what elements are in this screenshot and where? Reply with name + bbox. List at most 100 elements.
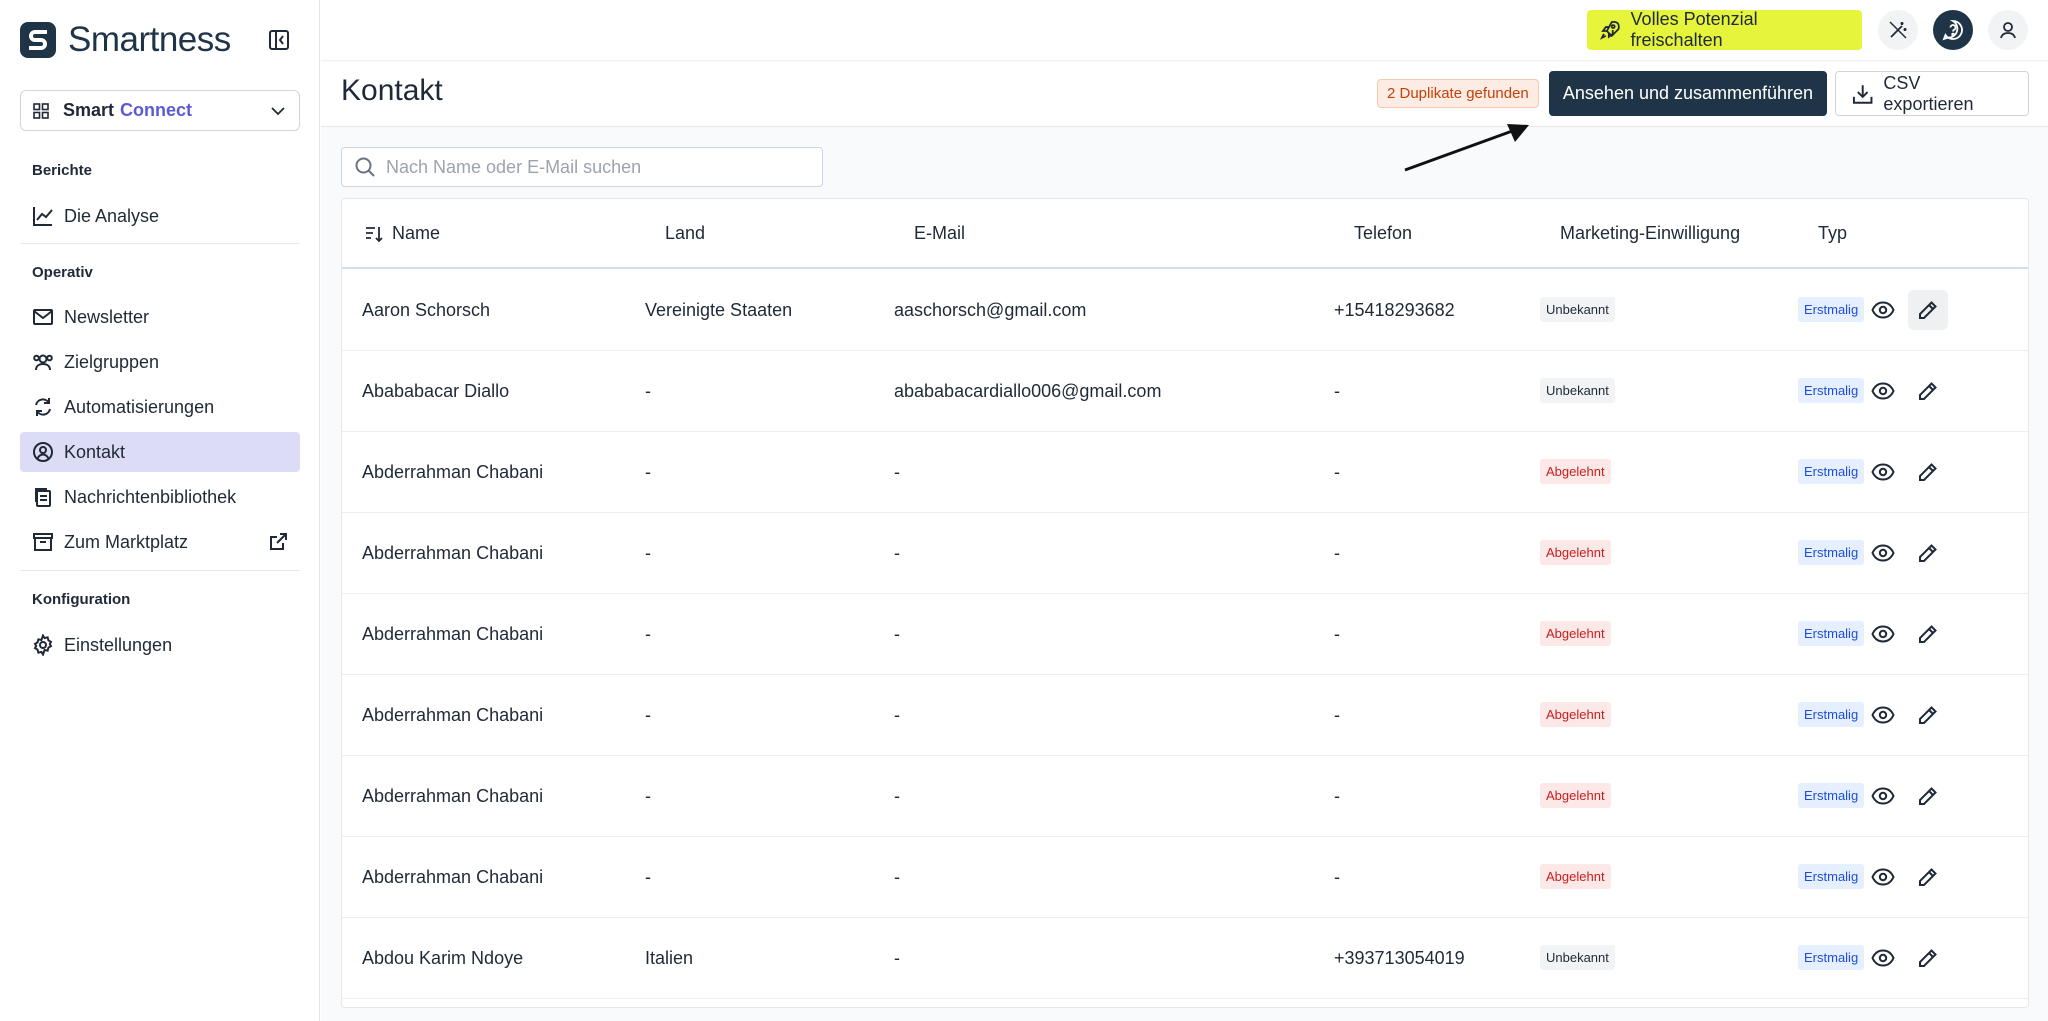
cell-phone: +15418293682 [1334, 300, 1455, 320]
consent-badge: Abgelehnt [1540, 621, 1611, 646]
sidebar-item-automatisierungen[interactable]: Automatisierungen [20, 387, 300, 427]
duplicates-badge[interactable]: 2 Duplikate gefunden [1377, 79, 1539, 108]
chevron-down-icon [271, 106, 285, 115]
download-icon [1852, 84, 1873, 104]
profile-button[interactable] [1988, 10, 2028, 50]
view-button[interactable] [1863, 695, 1903, 735]
section-label-berichte: Berichte [32, 162, 93, 179]
pencil-icon [1917, 785, 1939, 807]
sidebar-item-marktplatz[interactable]: Zum Marktplatz [20, 522, 300, 562]
type-badge: Erstmalig [1798, 540, 1865, 565]
search-input[interactable] [386, 156, 806, 178]
eye-icon [1871, 622, 1895, 646]
sidebar-item-zielgruppen[interactable]: Zielgruppen [20, 342, 300, 382]
table-row[interactable]: Abdou Karim Ndoye Italien - +393713054019 Un… [342, 918, 2028, 999]
sidebar-item-kontakt[interactable]: Kontakt [20, 432, 300, 472]
column-header-name[interactable]: Name [364, 223, 440, 244]
edit-button[interactable] [1908, 371, 1948, 411]
annotation-arrow [1404, 124, 1529, 172]
cell-name: Aaron Schorsch [362, 300, 491, 320]
edit-button[interactable] [1908, 695, 1948, 735]
consent-badge: Abgelehnt [1540, 864, 1611, 889]
sidebar-item-label: Einstellungen [64, 634, 173, 655]
edit-button[interactable] [1908, 614, 1948, 654]
magic-wand-button[interactable] [1878, 10, 1918, 50]
search-box[interactable] [341, 147, 823, 187]
workspace-name: Smart [63, 100, 115, 120]
view-button[interactable] [1863, 857, 1903, 897]
view-button[interactable] [1863, 452, 1903, 492]
consent-badge: Unbekannt [1540, 945, 1615, 970]
user-icon [2000, 22, 2016, 39]
eye-icon [1871, 784, 1895, 808]
cell-country: - [645, 786, 651, 806]
cell-phone: - [1334, 462, 1340, 482]
cell-email: - [894, 948, 900, 968]
brand[interactable]: Smartness [20, 20, 231, 60]
pencil-icon [1917, 299, 1939, 321]
edit-button[interactable] [1908, 938, 1948, 978]
edit-button[interactable] [1908, 452, 1948, 492]
workspace-selector[interactable]: Smart Connect [20, 90, 300, 131]
cell-name: Abderrahman Chabani [362, 624, 544, 644]
cell-name: Abderrahman Chabani [362, 543, 544, 563]
cell-phone: - [1334, 867, 1340, 887]
cell-country: - [645, 543, 651, 563]
edit-button[interactable] [1908, 533, 1948, 573]
collapse-sidebar-icon[interactable] [266, 27, 292, 53]
consent-badge: Abgelehnt [1540, 783, 1611, 808]
sidebar-item-label: Zielgruppen [64, 351, 160, 372]
csv-export-button[interactable]: CSV exportieren [1835, 71, 2029, 116]
table-row[interactable]: Abababacar Diallo - abababacardiallo006@gm… [342, 351, 2028, 432]
table-row[interactable]: Aaron Schorsch Vereinigte Staaten aaschors… [342, 270, 2028, 351]
edit-button[interactable] [1908, 857, 1948, 897]
external-link-icon [270, 533, 287, 550]
table-header: Name Land E-Mail Telefon Marketing-Einwi… [342, 199, 2028, 269]
cell-name: Abderrahman Chabani [362, 705, 544, 725]
magic-wand-icon [1889, 21, 1907, 39]
cell-email: - [894, 786, 900, 806]
sidebar-item-nachrichtenbibliothek[interactable]: Nachrichtenbibliothek [20, 477, 300, 517]
eye-icon [1871, 946, 1895, 970]
eye-icon [1871, 703, 1895, 727]
type-badge: Erstmalig [1798, 702, 1865, 727]
edit-button[interactable] [1908, 290, 1948, 330]
type-badge: Erstmalig [1798, 864, 1865, 889]
merge-button[interactable]: Ansehen und zusammenführen [1549, 71, 1827, 116]
sidebar-item-newsletter[interactable]: Newsletter [20, 297, 300, 337]
view-button[interactable] [1863, 533, 1903, 573]
cell-email: - [894, 867, 900, 887]
view-button[interactable] [1863, 938, 1903, 978]
smartness-logo-icon [20, 22, 56, 58]
upgrade-button[interactable]: Volles Potenzial freischalten [1587, 9, 1862, 50]
cell-name: Abderrahman Chabani [362, 867, 544, 887]
table-row[interactable]: Abderrahman Chabani - - - Abgelehnt Erstmalig [342, 432, 2028, 513]
help-button[interactable] [1933, 10, 1973, 50]
consent-badge: Unbekannt [1540, 378, 1615, 403]
cell-country: - [645, 624, 651, 644]
table-row[interactable]: Abderrahman Chabani - - - Abgelehnt Erstmalig [342, 675, 2028, 756]
type-badge: Erstmalig [1798, 378, 1865, 403]
column-header-typ: Typ [1818, 223, 1848, 243]
sidebar-item-analyse[interactable]: Die Analyse [20, 196, 300, 236]
library-icon [35, 488, 51, 507]
table-row[interactable]: Abderrahman Chabani - - - Abgelehnt Erstmalig [342, 837, 2028, 918]
cell-phone: - [1334, 705, 1340, 725]
view-button[interactable] [1863, 290, 1903, 330]
view-button[interactable] [1863, 614, 1903, 654]
view-button[interactable] [1863, 371, 1903, 411]
edit-button[interactable] [1908, 776, 1948, 816]
help-icon [1942, 20, 1963, 41]
pencil-icon [1917, 380, 1939, 402]
type-badge: Erstmalig [1798, 297, 1865, 322]
cell-country: Vereinigte Staaten [645, 300, 793, 320]
pencil-icon [1917, 542, 1939, 564]
table-row[interactable]: Abderrahman Chabani - - - Abgelehnt Erstmalig [342, 756, 2028, 837]
table-row[interactable]: Abderrahman Chabani - - - Abgelehnt Erstmalig [342, 513, 2028, 594]
cell-email: aaschorsch@gmail.com [894, 300, 1087, 320]
sidebar-item-label: Zum Marktplatz [64, 531, 189, 552]
table-row[interactable]: Abderrahman Chabani - - - Abgelehnt Erstmalig [342, 594, 2028, 675]
sidebar-item-einstellungen[interactable]: Einstellungen [20, 625, 300, 665]
eye-icon [1871, 460, 1895, 484]
view-button[interactable] [1863, 776, 1903, 816]
